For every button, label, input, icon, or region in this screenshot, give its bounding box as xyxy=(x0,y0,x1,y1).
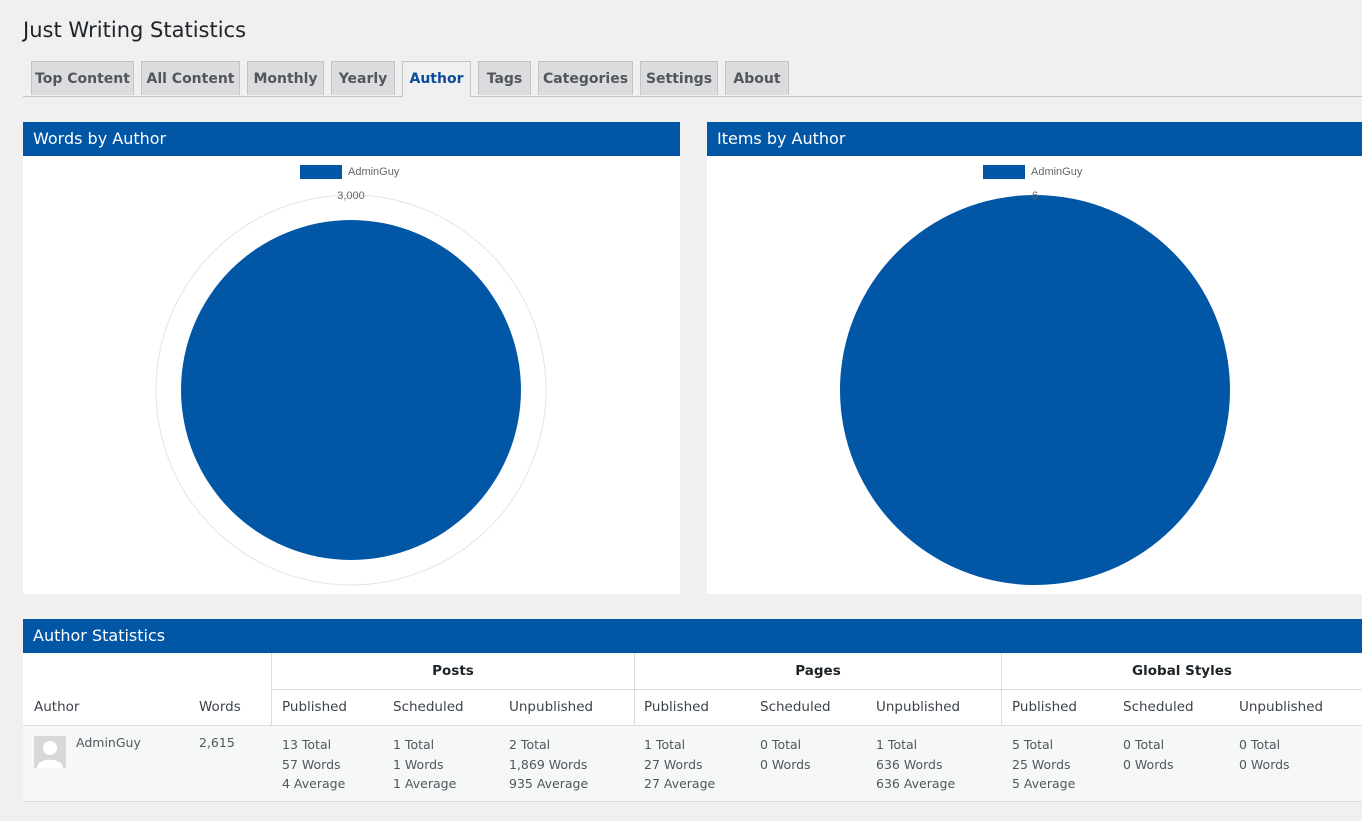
group-header-global-styles: Global Styles xyxy=(1132,663,1232,679)
column-header-words: Words xyxy=(199,699,241,715)
cell-total: 0 Total xyxy=(1239,737,1281,752)
author-name[interactable]: AdminGuy xyxy=(76,735,141,750)
cell-average: 935 Average xyxy=(509,776,589,791)
group-header-pages: Pages xyxy=(795,663,841,679)
tab-bar: Top Content All Content Monthly Yearly A… xyxy=(23,61,1362,97)
tab-yearly[interactable]: Yearly xyxy=(331,61,395,95)
pages-published-cell: 1 Total 27 Words 27 Average xyxy=(644,735,715,794)
tab-about[interactable]: About xyxy=(725,61,789,95)
cell-total: 2 Total xyxy=(509,737,551,752)
cell-words: 57 Words xyxy=(282,756,341,772)
pie-slice-adminguy[interactable] xyxy=(840,195,1230,585)
pages-scheduled-cell: 0 Total 0 Words xyxy=(760,735,811,774)
posts-scheduled-cell: 1 Total 1 Words 1 Average xyxy=(393,735,456,794)
items-by-author-title: Items by Author xyxy=(707,122,1362,156)
cell-total: 1 Total xyxy=(876,737,918,752)
pages-unpublished-cell: 1 Total 636 Words 636 Average xyxy=(876,735,955,794)
cell-average: 4 Average xyxy=(282,776,346,791)
cell-words: 0 Words xyxy=(760,756,811,772)
pie-slice-adminguy[interactable] xyxy=(181,220,521,560)
posts-published-cell: 13 Total 57 Words 4 Average xyxy=(282,735,345,794)
cell-average: 27 Average xyxy=(644,776,716,791)
column-header-global-published: Published xyxy=(1012,699,1077,715)
column-header-author: Author xyxy=(34,699,80,715)
tab-tags[interactable]: Tags xyxy=(478,61,531,95)
global-published-cell: 5 Total 25 Words 5 Average xyxy=(1012,735,1075,794)
author-statistics-title: Author Statistics xyxy=(23,619,1362,653)
column-header-pages-published: Published xyxy=(644,699,709,715)
global-unpublished-cell: 0 Total 0 Words xyxy=(1239,735,1290,774)
posts-unpublished-cell: 2 Total 1,869 Words 935 Average xyxy=(509,735,588,794)
items-pie-chart: 6 xyxy=(840,190,1230,585)
cell-total: 0 Total xyxy=(1123,737,1165,752)
radial-tick-label: 6 xyxy=(1032,190,1038,202)
cell-total: 1 Total xyxy=(644,737,686,752)
cell-total: 13 Total xyxy=(282,737,332,752)
column-header-pages-unpublished: Unpublished xyxy=(876,699,961,715)
cell-total: 5 Total xyxy=(1012,737,1054,752)
cell-words: 25 Words xyxy=(1012,756,1071,772)
user-avatar-icon xyxy=(34,736,66,768)
radial-tick-label: 3,000 xyxy=(337,190,365,202)
global-scheduled-cell: 0 Total 0 Words xyxy=(1123,735,1174,774)
tab-settings[interactable]: Settings xyxy=(640,61,718,95)
cell-words: 1 Words xyxy=(393,756,444,772)
cell-words: 0 Words xyxy=(1239,756,1290,772)
cell-words: 1,869 Words xyxy=(509,756,588,772)
tab-top-content[interactable]: Top Content xyxy=(31,61,134,95)
words-by-author-panel: Words by Author AdminGuy 3,000 xyxy=(23,122,680,594)
page: Just Writing Statistics Top Content All … xyxy=(0,0,1362,821)
page-title: Just Writing Statistics xyxy=(23,18,247,42)
words-by-author-title: Words by Author xyxy=(23,122,680,156)
tab-categories[interactable]: Categories xyxy=(538,61,633,95)
column-header-pages-scheduled: Scheduled xyxy=(760,699,831,715)
cell-words: 0 Words xyxy=(1123,756,1174,772)
column-header-global-unpublished: Unpublished xyxy=(1239,699,1324,715)
cell-average: 5 Average xyxy=(1012,776,1076,791)
tab-all-content[interactable]: All Content xyxy=(141,61,240,95)
group-header-posts: Posts xyxy=(432,663,474,679)
cell-total: 1 Total xyxy=(393,737,435,752)
items-by-author-panel: Items by Author AdminGuy 6 xyxy=(707,122,1362,594)
stats-table: Posts Pages Global Styles Author Words P… xyxy=(23,653,1362,802)
author-words: 2,615 xyxy=(199,735,235,750)
words-pie-chart: 3,000 xyxy=(155,190,547,586)
tab-monthly[interactable]: Monthly xyxy=(247,61,324,95)
author-statistics-panel: Author Statistics Posts Pages Global Sty… xyxy=(23,619,1362,802)
column-header-global-scheduled: Scheduled xyxy=(1123,699,1194,715)
tab-author[interactable]: Author xyxy=(402,61,471,97)
cell-words: 636 Words xyxy=(876,756,943,772)
cell-average: 636 Average xyxy=(876,776,956,791)
cell-words: 27 Words xyxy=(644,756,703,772)
cell-total: 0 Total xyxy=(760,737,802,752)
avatar-silhouette xyxy=(37,741,63,768)
column-header-posts-scheduled: Scheduled xyxy=(393,699,464,715)
column-header-posts-published: Published xyxy=(282,699,347,715)
column-header-posts-unpublished: Unpublished xyxy=(509,699,594,715)
cell-average: 1 Average xyxy=(393,776,457,791)
